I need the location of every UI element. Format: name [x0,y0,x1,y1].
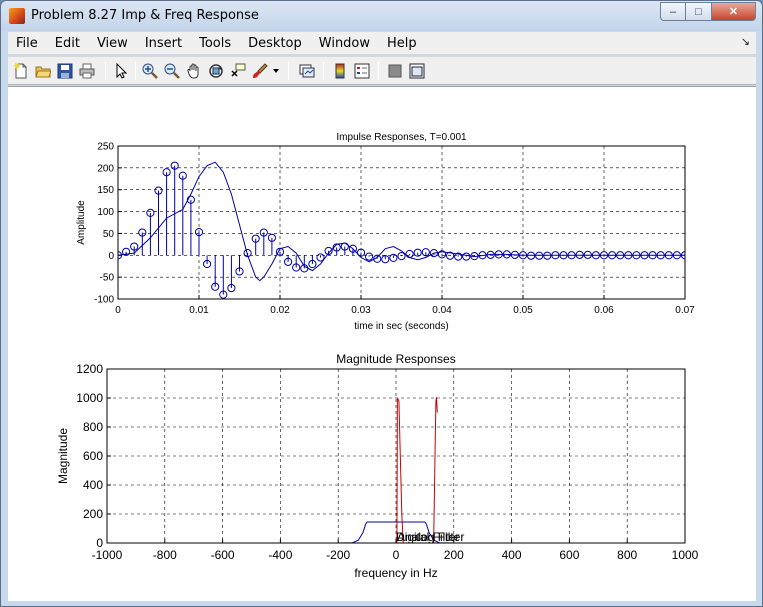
y-tick-label: 200 [83,507,103,521]
y-axis-label: Amplitude [76,200,87,245]
open-file-icon[interactable] [34,62,52,80]
y-tick-label: 400 [83,478,103,492]
brush-icon[interactable] [251,62,269,80]
y-axis-label: Magnitude [56,428,70,484]
print-icon[interactable] [78,62,96,80]
y-tick-label: 50 [103,229,115,240]
zoom-out-icon[interactable] [163,62,181,80]
y-tick-label: 600 [83,449,103,463]
data-cursor-icon[interactable] [229,62,247,80]
y-tick-label: 800 [83,420,103,434]
y-tick-label: 150 [97,185,114,196]
x-tick-label: 0 [393,548,400,562]
axes-2 [106,368,686,544]
toolbar-separator [378,62,379,80]
zoom-in-icon[interactable] [141,62,159,80]
x-tick-label: 0.06 [594,305,614,316]
window-title: Problem 8.27 Imp & Freq Response [31,8,259,23]
plots-svg: 0 0.01 0.02 0.03 0.04 0.05 0.06 0.07 -100 -50 0 50 1… [56,132,699,580]
y-tick-label: 1200 [76,362,103,376]
menu-edit[interactable]: Edit [47,36,89,51]
x-tick-label: 0.07 [675,305,695,316]
x-tick-label: 0.02 [270,305,290,316]
toolbar-separator [105,62,106,80]
menu-bar: File Edit View Insert Tools Desktop Wind… [8,32,756,54]
menu-insert[interactable]: Insert [137,36,191,51]
x-tick-label: -600 [211,548,235,562]
menu-file[interactable]: File [8,36,47,51]
minimize-button[interactable]: – [660,2,686,21]
x-tick-label: 0.05 [513,305,533,316]
y-tick-label: 1000 [76,391,103,405]
x-axis-label: time in sec (seconds) [354,321,448,332]
menu-desktop[interactable]: Desktop [240,36,311,51]
menu-window[interactable]: Window [311,36,379,51]
dock-arrow-icon[interactable]: ↘ [741,35,750,48]
x-tick-label: -200 [326,548,350,562]
x-tick-label: 400 [502,548,522,562]
hide-tools-icon[interactable] [386,62,404,80]
x-tick-label: 0.04 [432,305,452,316]
y-tick-label: 0 [96,536,103,550]
y-tick-label: -50 [100,273,115,284]
figure-canvas[interactable]: 0 0.01 0.02 0.03 0.04 0.05 0.06 0.07 -100 -50 0 50 1… [8,86,756,601]
y-tick-label: 250 [97,142,114,153]
save-icon[interactable] [56,62,74,80]
x-tick-label: 200 [444,548,464,562]
annotation-label: Analog Filter [397,530,464,544]
x-tick-label: -800 [153,548,177,562]
close-button[interactable]: ✕ [712,2,756,21]
x-tick-label: 1000 [672,548,699,562]
chart-title: Impulse Responses, T=0.001 [336,132,467,143]
rotate-3d-icon[interactable] [207,62,225,80]
x-tick-label: -400 [268,548,292,562]
menu-view[interactable]: View [89,36,137,51]
toolbar-separator [288,62,289,80]
toolbar-separator [135,62,136,80]
pan-icon[interactable] [185,62,203,80]
x-axis-label: frequency in Hz [354,566,437,580]
x-tick-label: 0.01 [189,305,209,316]
x-tick-label: 600 [559,548,579,562]
figure-window: Problem 8.27 Imp & Freq Response – □ ✕ F… [0,0,763,607]
legend-icon[interactable] [353,62,371,80]
axes-1 [117,145,686,300]
y-tick-label: 200 [97,163,114,174]
link-plot-icon[interactable] [298,62,316,80]
brush-dropdown-icon[interactable] [271,62,281,80]
menu-help[interactable]: Help [379,36,426,51]
figure-toolbar [8,56,756,85]
x-tick-label: 0.03 [351,305,371,316]
new-figure-icon[interactable] [12,62,30,80]
y-tick-label: 100 [97,207,114,218]
x-tick-label: 0 [115,305,121,316]
chart-title: Magnitude Responses [336,352,455,366]
matlab-logo-icon [9,8,25,24]
y-tick-label: 0 [108,251,114,262]
colorbar-icon[interactable] [331,62,349,80]
show-tools-icon[interactable] [408,62,426,80]
plot-area [118,146,685,299]
menu-tools[interactable]: Tools [191,36,240,51]
maximize-button[interactable]: □ [686,2,712,21]
title-bar[interactable]: Problem 8.27 Imp & Freq Response – □ ✕ [1,1,762,31]
toolbar-separator [323,62,324,80]
x-tick-label: 800 [617,548,637,562]
y-tick-label: -100 [94,295,114,306]
pointer-icon[interactable] [112,62,130,80]
